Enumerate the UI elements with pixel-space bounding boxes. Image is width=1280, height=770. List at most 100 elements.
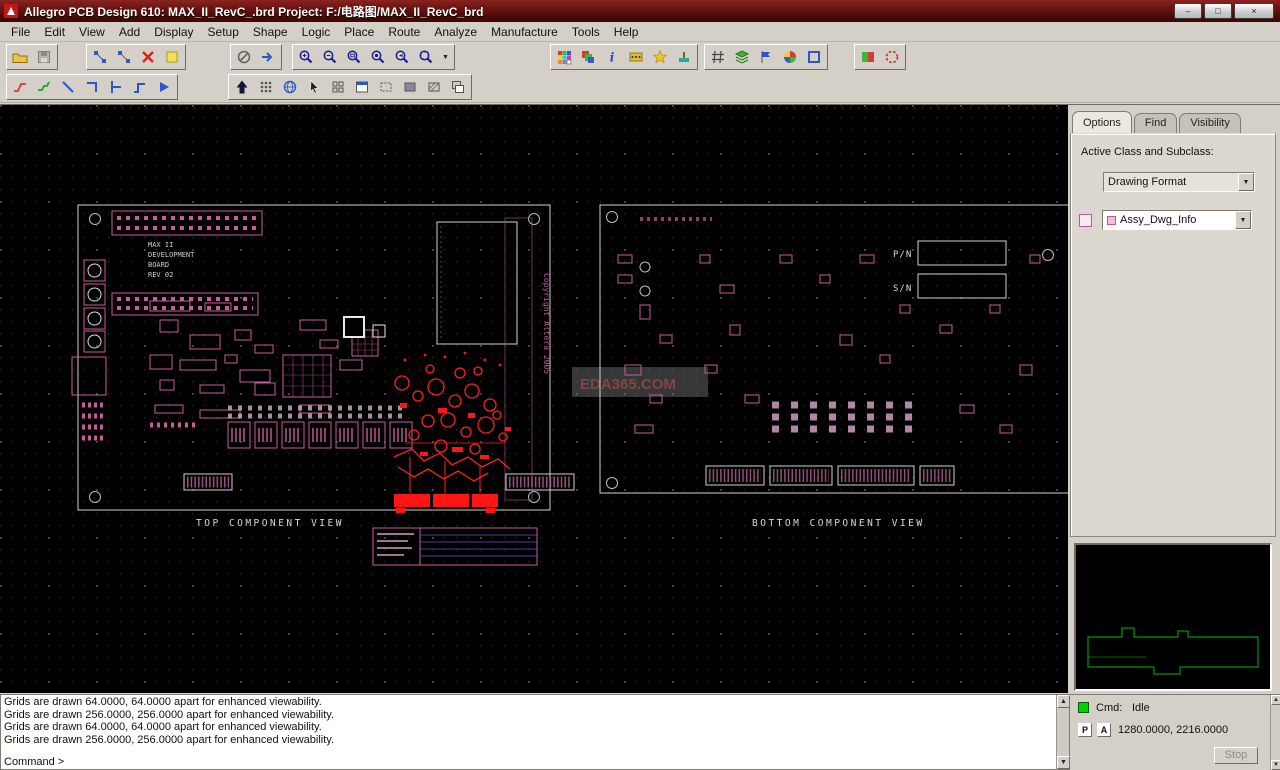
- status-scrollbar[interactable]: ▲ ▼: [1270, 695, 1280, 770]
- copyright-text: Copyright Altera 2005: [542, 273, 551, 374]
- up-arrow-icon[interactable]: [231, 76, 253, 98]
- open-icon[interactable]: [9, 46, 31, 68]
- done-icon[interactable]: [257, 46, 279, 68]
- menu-edit[interactable]: Edit: [37, 23, 72, 41]
- menu-manufacture[interactable]: Manufacture: [484, 23, 565, 41]
- console-scrollbar[interactable]: ▲ ▼: [1056, 695, 1070, 769]
- zoom-dropdown-icon[interactable]: ▼: [439, 46, 452, 68]
- spread-icon[interactable]: [33, 76, 55, 98]
- hatch-rect-icon[interactable]: [423, 76, 445, 98]
- subclass-inline-swatch-icon: [1107, 215, 1116, 225]
- dashed-circle-icon[interactable]: [881, 46, 903, 68]
- svg-text:DEVELOPMENT: DEVELOPMENT: [148, 251, 195, 259]
- slide-icon[interactable]: [9, 76, 31, 98]
- outline-rect-icon[interactable]: [375, 76, 397, 98]
- color-priority-icon[interactable]: [577, 46, 599, 68]
- class-dropdown-arrow-icon[interactable]: ▼: [1238, 173, 1254, 191]
- tee-icon[interactable]: [105, 76, 127, 98]
- grid-toggle-icon[interactable]: [707, 46, 729, 68]
- menu-setup[interactable]: Setup: [201, 23, 246, 41]
- window-icon[interactable]: [351, 76, 373, 98]
- line45-icon[interactable]: [57, 76, 79, 98]
- save-icon[interactable]: [33, 46, 55, 68]
- stop-button[interactable]: Stop: [1214, 747, 1258, 764]
- command-prompt[interactable]: Command >: [4, 756, 64, 768]
- panel-tabs: Options Find Visibility: [1072, 111, 1243, 135]
- zoom-toolbar: ▼: [292, 44, 455, 70]
- console-line: Grids are drawn 256.0000, 256.0000 apart…: [4, 708, 335, 721]
- menu-file[interactable]: File: [4, 23, 37, 41]
- zoom-in-icon[interactable]: [295, 46, 317, 68]
- display-toolbar: i: [550, 44, 698, 70]
- menu-add[interactable]: Add: [112, 23, 147, 41]
- world-view-minimap[interactable]: [1074, 543, 1272, 691]
- fix-icon[interactable]: [233, 46, 255, 68]
- minimize-button[interactable]: –: [1174, 3, 1202, 19]
- pad-grid-icon[interactable]: [327, 76, 349, 98]
- info-icon[interactable]: i: [601, 46, 623, 68]
- toggle-icon[interactable]: [857, 46, 879, 68]
- maximize-button[interactable]: □: [1204, 3, 1232, 19]
- highlight-icon[interactable]: [161, 46, 183, 68]
- jog-icon[interactable]: [129, 76, 151, 98]
- pick-button[interactable]: P: [1078, 723, 1092, 737]
- command-console: Grids are drawn 64.0000, 64.0000 apart f…: [0, 694, 1070, 770]
- subclass-dropdown-arrow-icon[interactable]: ▼: [1235, 211, 1251, 229]
- svg-text:REV 02: REV 02: [148, 271, 173, 279]
- play-icon[interactable]: [153, 76, 175, 98]
- absolute-button[interactable]: A: [1097, 723, 1111, 737]
- zoom-out-icon[interactable]: [319, 46, 341, 68]
- menu-route[interactable]: Route: [381, 23, 427, 41]
- pn-label: P/N: [893, 250, 912, 260]
- menu-help[interactable]: Help: [607, 23, 646, 41]
- menu-display[interactable]: Display: [147, 23, 200, 41]
- zoom-world-icon[interactable]: [367, 46, 389, 68]
- menu-analyze[interactable]: Analyze: [427, 23, 484, 41]
- scroll-up-icon[interactable]: ▲: [1271, 695, 1280, 705]
- console-log: Grids are drawn 64.0000, 64.0000 apart f…: [4, 696, 1055, 769]
- layers-icon[interactable]: [731, 46, 753, 68]
- zoom-selection-icon[interactable]: [415, 46, 437, 68]
- zoom-previous-icon[interactable]: [391, 46, 413, 68]
- brush-icon[interactable]: [673, 46, 695, 68]
- scroll-down-icon[interactable]: ▼: [1271, 760, 1280, 770]
- delete-icon[interactable]: [137, 46, 159, 68]
- class-dropdown[interactable]: Drawing Format ▼: [1103, 172, 1255, 192]
- zoom-fit-icon[interactable]: [343, 46, 365, 68]
- subclass-color-swatch[interactable]: [1079, 213, 1092, 227]
- stack-rect-icon[interactable]: [447, 76, 469, 98]
- rats-on-icon[interactable]: [89, 46, 111, 68]
- pcb-canvas[interactable]: MAX II DEVELOPMENT BOARD REV 02 Copyrigh…: [0, 104, 1163, 693]
- rats-off-icon[interactable]: [113, 46, 135, 68]
- corner-icon[interactable]: [81, 76, 103, 98]
- menu-view[interactable]: View: [72, 23, 112, 41]
- sn-label: S/N: [893, 284, 912, 294]
- world-icon[interactable]: [279, 76, 301, 98]
- pin-grid-icon[interactable]: [255, 76, 277, 98]
- misc-toolbar: [854, 44, 906, 70]
- tab-options[interactable]: Options: [1072, 111, 1132, 133]
- subclass-dropdown[interactable]: Assy_Dwg_Info ▼: [1102, 210, 1252, 230]
- menu-logic[interactable]: Logic: [295, 23, 338, 41]
- status-panel: Cmd: Idle P A 1280.0000, 2216.0000 Stop …: [1070, 694, 1280, 770]
- menu-tools[interactable]: Tools: [565, 23, 607, 41]
- scroll-down-icon[interactable]: ▼: [1057, 756, 1070, 769]
- filled-rect-icon[interactable]: [399, 76, 421, 98]
- toolbar-row-1: ▼ i: [0, 42, 1280, 72]
- shine-icon[interactable]: [649, 46, 671, 68]
- pointer-icon[interactable]: [303, 76, 325, 98]
- color-wheel-icon[interactable]: [779, 46, 801, 68]
- tab-find[interactable]: Find: [1133, 113, 1178, 135]
- toolbar-row-2: [0, 72, 1280, 103]
- menu-place[interactable]: Place: [337, 23, 381, 41]
- film-icon[interactable]: [625, 46, 647, 68]
- scroll-up-icon[interactable]: ▲: [1057, 695, 1070, 708]
- menu-shape[interactable]: Shape: [246, 23, 295, 41]
- label-flag-icon[interactable]: [755, 46, 777, 68]
- tab-visibility[interactable]: Visibility: [1179, 113, 1241, 135]
- frame-icon[interactable]: [803, 46, 825, 68]
- color-dialog-icon[interactable]: [553, 46, 575, 68]
- console-line: Grids are drawn 64.0000, 64.0000 apart f…: [4, 721, 322, 733]
- close-button[interactable]: ×: [1234, 3, 1274, 19]
- cmd-label: Cmd:: [1096, 702, 1123, 714]
